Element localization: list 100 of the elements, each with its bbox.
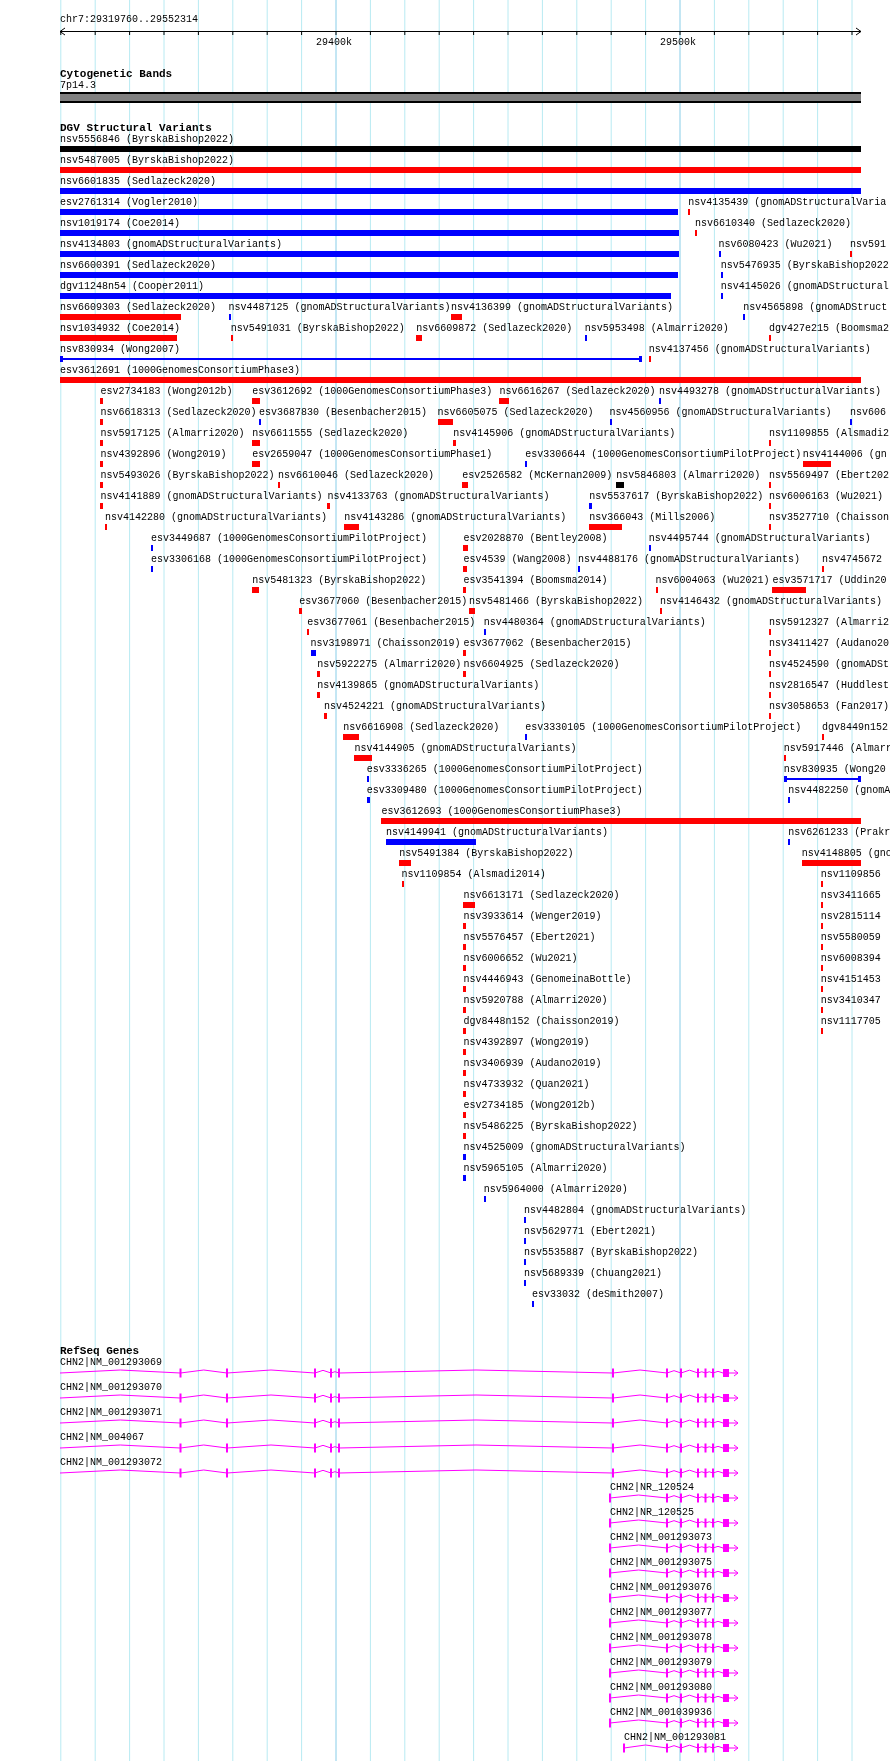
variant-label: nsv4480364 (gnomADStructuralVariants)	[483, 617, 706, 628]
variant-label: nsv3527710 (Chaisson	[769, 512, 890, 523]
variant-label: nsv4524221 (gnomADStructuralVariants)	[324, 701, 547, 712]
variant-label: nsv1109855 (Alsmadi2	[769, 428, 890, 439]
variant-label: nsv4487125 (gnomADStructuralVariants)	[228, 302, 451, 313]
variant-label: esv2028870 (Bentley2008)	[463, 533, 608, 544]
transcript-label: CHN2|NM_001293072	[60, 1457, 163, 1468]
variant-label: nsv4482250 (gnomA	[788, 785, 890, 796]
variant-label: nsv4145906 (gnomADStructuralVariants)	[453, 428, 676, 439]
variant-label: nsv606	[850, 407, 886, 418]
variant-label: nsv6616267 (Sedlazeck2020)	[499, 386, 656, 397]
transcript-label: CHN2|NM_001293071	[60, 1407, 163, 1418]
variant-label: nsv4745672	[821, 554, 882, 565]
variant-label: nsv4137456 (gnomADStructuralVariants)	[648, 344, 871, 355]
variant-label: nsv4141889 (gnomADStructuralVariants)	[100, 491, 323, 502]
variant-label: nsv830934 (Wong2007)	[60, 344, 181, 355]
variant-label: nsv6080423 (Wu2021)	[718, 239, 833, 250]
variant-label: nsv4495744 (gnomADStructuralVariants)	[648, 533, 871, 544]
variant-label: nsv3933614 (Wenger2019)	[463, 911, 602, 922]
variant-label: nsv3198971 (Chaisson2019)	[310, 638, 461, 649]
variant-label: nsv6604925 (Sedlazeck2020)	[463, 659, 620, 670]
variant-label: nsv6600391 (Sedlazeck2020)	[60, 260, 217, 271]
variant-label: nsv5917125 (Almarri2020)	[100, 428, 245, 439]
transcript-label: CHN2|NM_001293070	[60, 1382, 163, 1393]
variant-label: esv3612692 (1000GenomesConsortiumPhase3)	[252, 386, 493, 397]
variant-label: nsv4144006 (gn	[802, 449, 887, 460]
variant-label: esv3687830 (Besenbacher2015)	[258, 407, 427, 418]
variant-label: nsv4142280 (gnomADStructuralVariants)	[104, 512, 327, 523]
variant-label: esv3571717 (Uddin20	[772, 575, 887, 586]
variant-label: esv3541394 (Boomsma2014)	[463, 575, 608, 586]
variant-label: esv3612693 (1000GenomesConsortiumPhase3)	[381, 806, 622, 817]
transcript-label: CHN2|NM_001293069	[60, 1357, 163, 1368]
transcript-label: CHN2|NM_001293075	[610, 1557, 713, 1568]
variant-label: nsv5535887 (ByrskaBishop2022)	[524, 1247, 699, 1258]
track-title: DGV Structural Variants	[60, 122, 212, 134]
variant-label: nsv4392897 (Wong2019)	[463, 1037, 590, 1048]
transcript-label: CHN2|NM_001293073	[610, 1532, 713, 1543]
variant-label: nsv5576457 (Ebert2021)	[463, 932, 596, 943]
variant-label: esv3306644 (1000GenomesConsortiumPilotProject)	[525, 449, 802, 460]
variant-label: nsv6609303 (Sedlazeck2020)	[60, 302, 217, 313]
variant-label: dgv8448n152 (Chaisson2019)	[463, 1016, 620, 1027]
variant-label: nsv4134803 (gnomADStructuralVariants)	[60, 239, 283, 250]
variant-label: nsv3410347	[820, 995, 881, 1006]
variant-label: nsv2815114	[820, 911, 881, 922]
variant-label: nsv5491384 (ByrskaBishop2022)	[399, 848, 574, 859]
variant-label: esv3677062 (Besenbacher2015)	[463, 638, 632, 649]
variant-label: nsv5846803 (Almarri2020)	[616, 470, 761, 481]
location-label: chr7:29319760..29552314	[60, 14, 199, 25]
variant-label: nsv5537617 (ByrskaBishop2022)	[589, 491, 764, 502]
variant-label: nsv3406939 (Audano2019)	[463, 1058, 602, 1069]
transcript-label: CHN2|NM_004067	[60, 1432, 144, 1443]
variant-label: nsv5491031 (ByrskaBishop2022)	[230, 323, 405, 334]
variant-label: nsv4145026 (gnomADStructural	[720, 281, 889, 292]
transcript-label: CHN2|NR_120524	[610, 1482, 694, 1493]
variant-label: esv3677061 (Besenbacher2015)	[307, 617, 476, 628]
transcript-label: CHN2|NM_001293081	[624, 1732, 727, 1743]
variant-label: nsv1109854 (Alsmadi2014)	[401, 869, 546, 880]
variant-label: dgv427e215 (Boomsma2	[769, 323, 890, 334]
variant-label: nsv5481323 (ByrskaBishop2022)	[252, 575, 427, 586]
variant-label: nsv5917446 (Almarr	[783, 743, 890, 754]
variant-label: nsv5476935 (ByrskaBishop2022	[720, 260, 889, 271]
variant-label: nsv3058653 (Fan2017)	[769, 701, 890, 712]
variant-label: nsv4488176 (gnomADStructuralVariants)	[578, 554, 801, 565]
variant-label: esv3309480 (1000GenomesConsortiumPilotProject)	[366, 785, 643, 796]
variant-label: nsv5920788 (Almarri2020)	[463, 995, 608, 1006]
variant-label: nsv6601835 (Sedlazeck2020)	[60, 176, 217, 187]
transcript-label: CHN2|NM_001293080	[610, 1682, 713, 1693]
variant-label: esv2734185 (Wong2012b)	[463, 1100, 596, 1111]
variant-label: esv2734183 (Wong2012b)	[100, 386, 233, 397]
variant-label: nsv4143286 (gnomADStructuralVariants)	[344, 512, 567, 523]
variant-label: nsv6618313 (Sedlazeck2020)	[100, 407, 257, 418]
variant-label: nsv6611555 (Sedlazeck2020)	[252, 428, 409, 439]
variant-label: nsv4392896 (Wong2019)	[100, 449, 227, 460]
variant-label: nsv6610046 (Sedlazeck2020)	[278, 470, 435, 481]
variant-label: nsv4524590 (gnomADSt	[769, 659, 890, 670]
variant-label: nsv3411427 (Audano20	[769, 638, 890, 649]
variant-label: esv3336265 (1000GenomesConsortiumPilotProject)	[366, 764, 643, 775]
variant-label: esv3330105 (1000GenomesConsortiumPilotProject)	[525, 722, 802, 733]
variant-label: nsv5487005 (ByrskaBishop2022)	[60, 155, 235, 166]
variant-label: nsv5953498 (Almarri2020)	[584, 323, 729, 334]
variant-label: nsv6008394	[820, 953, 881, 964]
ruler-tick-label: 29500k	[660, 37, 696, 48]
variant-label: nsv1117705	[820, 1016, 881, 1027]
variant-label: nsv3411665	[820, 890, 881, 901]
variant-label: nsv6004063 (Wu2021)	[655, 575, 770, 586]
variant-label: dgv8449n152	[821, 722, 888, 733]
variant-label: nsv4136399 (gnomADStructuralVariants)	[451, 302, 674, 313]
transcript-label: CHN2|NR_120525	[610, 1507, 694, 1518]
variant-label: esv3306168 (1000GenomesConsortiumPilotProject)	[151, 554, 428, 565]
variant-label: nsv5580059	[820, 932, 881, 943]
variant-label: esv33032 (deSmith2007)	[531, 1289, 664, 1300]
variant-label: dgv11248n54 (Cooper2011)	[60, 281, 205, 292]
transcript-label: CHN2|NM_001293076	[610, 1582, 713, 1593]
variant-label: nsv4525009 (gnomADStructuralVariants)	[463, 1142, 686, 1153]
variant-label: nsv6609872 (Sedlazeck2020)	[416, 323, 573, 334]
variant-label: nsv6006163 (Wu2021)	[769, 491, 884, 502]
track-title: RefSeq Genes	[60, 1345, 140, 1357]
variant-label: nsv591	[850, 239, 886, 250]
transcript-label: CHN2|NM_001293079	[610, 1657, 713, 1668]
variant-label: nsv5964000 (Almarri2020)	[483, 1184, 628, 1195]
